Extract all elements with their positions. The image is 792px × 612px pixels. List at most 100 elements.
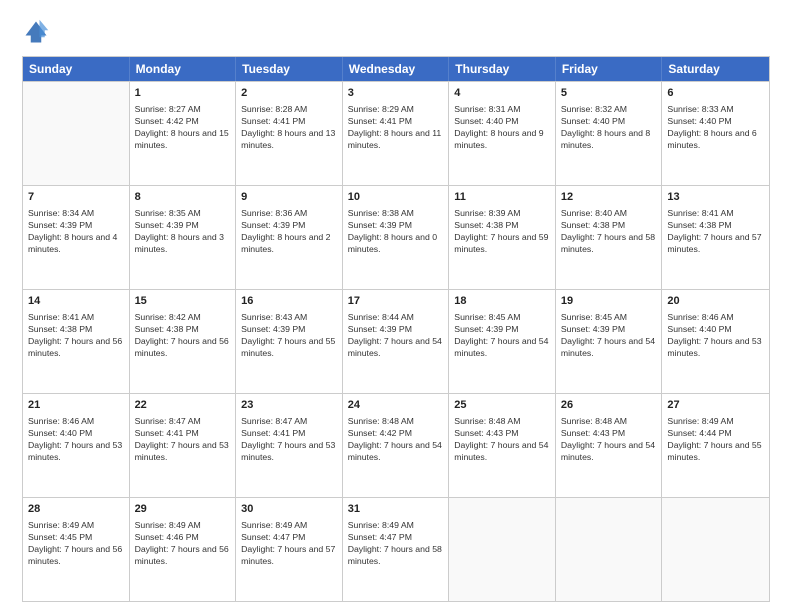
- cell-info: Sunrise: 8:35 AM Sunset: 4:39 PM Dayligh…: [135, 207, 231, 255]
- calendar-cell: 25Sunrise: 8:48 AM Sunset: 4:43 PM Dayli…: [449, 394, 556, 497]
- day-number: 18: [454, 294, 550, 309]
- day-number: 14: [28, 294, 124, 309]
- cell-info: Sunrise: 8:46 AM Sunset: 4:40 PM Dayligh…: [667, 311, 764, 359]
- page: SundayMondayTuesdayWednesdayThursdayFrid…: [0, 0, 792, 612]
- cell-info: Sunrise: 8:27 AM Sunset: 4:42 PM Dayligh…: [135, 103, 231, 151]
- calendar-cell: 2 Sunrise: 8:28 AM Sunset: 4:41 PM Daylig…: [236, 82, 343, 185]
- calendar-header-cell: Wednesday: [343, 57, 450, 81]
- cell-info: Sunrise: 8:34 AM Sunset: 4:39 PM Dayligh…: [28, 207, 124, 255]
- calendar-cell: 3 Sunrise: 8:29 AM Sunset: 4:41 PM Daylig…: [343, 82, 450, 185]
- cell-info: Sunrise: 8:44 AM Sunset: 4:39 PM Dayligh…: [348, 311, 444, 359]
- calendar-cell: 16 Sunrise: 8:43 AM Sunset: 4:39 PM Dayli…: [236, 290, 343, 393]
- cell-info: Sunrise: 8:43 AM Sunset: 4:39 PM Dayligh…: [241, 311, 337, 359]
- cell-info: Sunrise: 8:40 AM Sunset: 4:38 PM Dayligh…: [561, 207, 657, 255]
- day-number: 19: [561, 294, 657, 309]
- day-number: 24: [348, 398, 444, 413]
- day-number: 3: [348, 86, 444, 101]
- day-number: 9: [241, 190, 337, 205]
- cell-info: Sunrise: 8:39 AM Sunset: 4:38 PM Dayligh…: [454, 207, 550, 255]
- calendar-row: 7Sunrise: 8:34 AM Sunset: 4:39 PM Daylig…: [23, 185, 769, 289]
- calendar-cell: 23 Sunrise: 8:47 AM Sunset: 4:41 PM Dayli…: [236, 394, 343, 497]
- logo-icon: [22, 18, 50, 46]
- calendar-cell: 11 Sunrise: 8:39 AM Sunset: 4:38 PM Dayli…: [449, 186, 556, 289]
- day-number: 20: [667, 294, 764, 309]
- calendar-cell: 9Sunrise: 8:36 AM Sunset: 4:39 PM Daylig…: [236, 186, 343, 289]
- day-number: 6: [667, 86, 764, 101]
- day-number: 11: [454, 190, 550, 205]
- calendar-cell: 4Sunrise: 8:31 AM Sunset: 4:40 PM Daylig…: [449, 82, 556, 185]
- day-number: 1: [135, 86, 231, 101]
- calendar-cell: 30 Sunrise: 8:49 AM Sunset: 4:47 PM Dayli…: [236, 498, 343, 601]
- calendar-cell: 22Sunrise: 8:47 AM Sunset: 4:41 PM Dayli…: [130, 394, 237, 497]
- calendar-header-cell: Thursday: [449, 57, 556, 81]
- cell-info: Sunrise: 8:31 AM Sunset: 4:40 PM Dayligh…: [454, 103, 550, 151]
- day-number: 15: [135, 294, 231, 309]
- logo: [22, 18, 54, 46]
- cell-info: Sunrise: 8:32 AM Sunset: 4:40 PM Dayligh…: [561, 103, 657, 151]
- cell-info: Sunrise: 8:45 AM Sunset: 4:39 PM Dayligh…: [454, 311, 550, 359]
- calendar-cell: [556, 498, 663, 601]
- cell-info: Sunrise: 8:49 AM Sunset: 4:45 PM Dayligh…: [28, 519, 124, 567]
- calendar: SundayMondayTuesdayWednesdayThursdayFrid…: [22, 56, 770, 602]
- cell-info: Sunrise: 8:33 AM Sunset: 4:40 PM Dayligh…: [667, 103, 764, 151]
- cell-info: Sunrise: 8:49 AM Sunset: 4:46 PM Dayligh…: [135, 519, 231, 567]
- calendar-cell: 27 Sunrise: 8:49 AM Sunset: 4:44 PM Dayli…: [662, 394, 769, 497]
- day-number: 16: [241, 294, 337, 309]
- calendar-cell: 1 Sunrise: 8:27 AM Sunset: 4:42 PM Daylig…: [130, 82, 237, 185]
- cell-info: Sunrise: 8:49 AM Sunset: 4:47 PM Dayligh…: [348, 519, 444, 567]
- day-number: 8: [135, 190, 231, 205]
- calendar-row: 14Sunrise: 8:41 AM Sunset: 4:38 PM Dayli…: [23, 289, 769, 393]
- calendar-cell: 5 Sunrise: 8:32 AM Sunset: 4:40 PM Daylig…: [556, 82, 663, 185]
- calendar-cell: 13Sunrise: 8:41 AM Sunset: 4:38 PM Dayli…: [662, 186, 769, 289]
- cell-info: Sunrise: 8:28 AM Sunset: 4:41 PM Dayligh…: [241, 103, 337, 151]
- cell-info: Sunrise: 8:49 AM Sunset: 4:44 PM Dayligh…: [667, 415, 764, 463]
- calendar-body: 1 Sunrise: 8:27 AM Sunset: 4:42 PM Daylig…: [23, 81, 769, 601]
- day-number: 27: [667, 398, 764, 413]
- day-number: 29: [135, 502, 231, 517]
- calendar-header-cell: Sunday: [23, 57, 130, 81]
- calendar-cell: 26 Sunrise: 8:48 AM Sunset: 4:43 PM Dayli…: [556, 394, 663, 497]
- cell-info: Sunrise: 8:38 AM Sunset: 4:39 PM Dayligh…: [348, 207, 444, 255]
- calendar-cell: 6 Sunrise: 8:33 AM Sunset: 4:40 PM Daylig…: [662, 82, 769, 185]
- day-number: 12: [561, 190, 657, 205]
- day-number: 10: [348, 190, 444, 205]
- cell-info: Sunrise: 8:42 AM Sunset: 4:38 PM Dayligh…: [135, 311, 231, 359]
- calendar-cell: 7Sunrise: 8:34 AM Sunset: 4:39 PM Daylig…: [23, 186, 130, 289]
- day-number: 13: [667, 190, 764, 205]
- header: [22, 18, 770, 46]
- cell-info: Sunrise: 8:46 AM Sunset: 4:40 PM Dayligh…: [28, 415, 124, 463]
- calendar-cell: 17 Sunrise: 8:44 AM Sunset: 4:39 PM Dayli…: [343, 290, 450, 393]
- cell-info: Sunrise: 8:29 AM Sunset: 4:41 PM Dayligh…: [348, 103, 444, 151]
- calendar-cell: 10 Sunrise: 8:38 AM Sunset: 4:39 PM Dayli…: [343, 186, 450, 289]
- calendar-header-cell: Tuesday: [236, 57, 343, 81]
- day-number: 23: [241, 398, 337, 413]
- calendar-header-cell: Friday: [556, 57, 663, 81]
- calendar-cell: 20 Sunrise: 8:46 AM Sunset: 4:40 PM Dayli…: [662, 290, 769, 393]
- calendar-cell: 8 Sunrise: 8:35 AM Sunset: 4:39 PM Daylig…: [130, 186, 237, 289]
- calendar-cell: [662, 498, 769, 601]
- calendar-cell: [449, 498, 556, 601]
- calendar-cell: [23, 82, 130, 185]
- day-number: 30: [241, 502, 337, 517]
- calendar-row: 28Sunrise: 8:49 AM Sunset: 4:45 PM Dayli…: [23, 497, 769, 601]
- cell-info: Sunrise: 8:45 AM Sunset: 4:39 PM Dayligh…: [561, 311, 657, 359]
- calendar-cell: 18 Sunrise: 8:45 AM Sunset: 4:39 PM Dayli…: [449, 290, 556, 393]
- calendar-cell: 29 Sunrise: 8:49 AM Sunset: 4:46 PM Dayli…: [130, 498, 237, 601]
- cell-info: Sunrise: 8:48 AM Sunset: 4:43 PM Dayligh…: [561, 415, 657, 463]
- calendar-cell: 15 Sunrise: 8:42 AM Sunset: 4:38 PM Dayli…: [130, 290, 237, 393]
- calendar-cell: 24Sunrise: 8:48 AM Sunset: 4:42 PM Dayli…: [343, 394, 450, 497]
- day-number: 5: [561, 86, 657, 101]
- cell-info: Sunrise: 8:49 AM Sunset: 4:47 PM Dayligh…: [241, 519, 337, 567]
- calendar-cell: 28Sunrise: 8:49 AM Sunset: 4:45 PM Dayli…: [23, 498, 130, 601]
- day-number: 21: [28, 398, 124, 413]
- day-number: 26: [561, 398, 657, 413]
- day-number: 17: [348, 294, 444, 309]
- calendar-cell: 19 Sunrise: 8:45 AM Sunset: 4:39 PM Dayli…: [556, 290, 663, 393]
- day-number: 2: [241, 86, 337, 101]
- day-number: 22: [135, 398, 231, 413]
- day-number: 25: [454, 398, 550, 413]
- calendar-cell: 31Sunrise: 8:49 AM Sunset: 4:47 PM Dayli…: [343, 498, 450, 601]
- cell-info: Sunrise: 8:47 AM Sunset: 4:41 PM Dayligh…: [241, 415, 337, 463]
- calendar-row: 21 Sunrise: 8:46 AM Sunset: 4:40 PM Dayli…: [23, 393, 769, 497]
- calendar-header-row: SundayMondayTuesdayWednesdayThursdayFrid…: [23, 57, 769, 81]
